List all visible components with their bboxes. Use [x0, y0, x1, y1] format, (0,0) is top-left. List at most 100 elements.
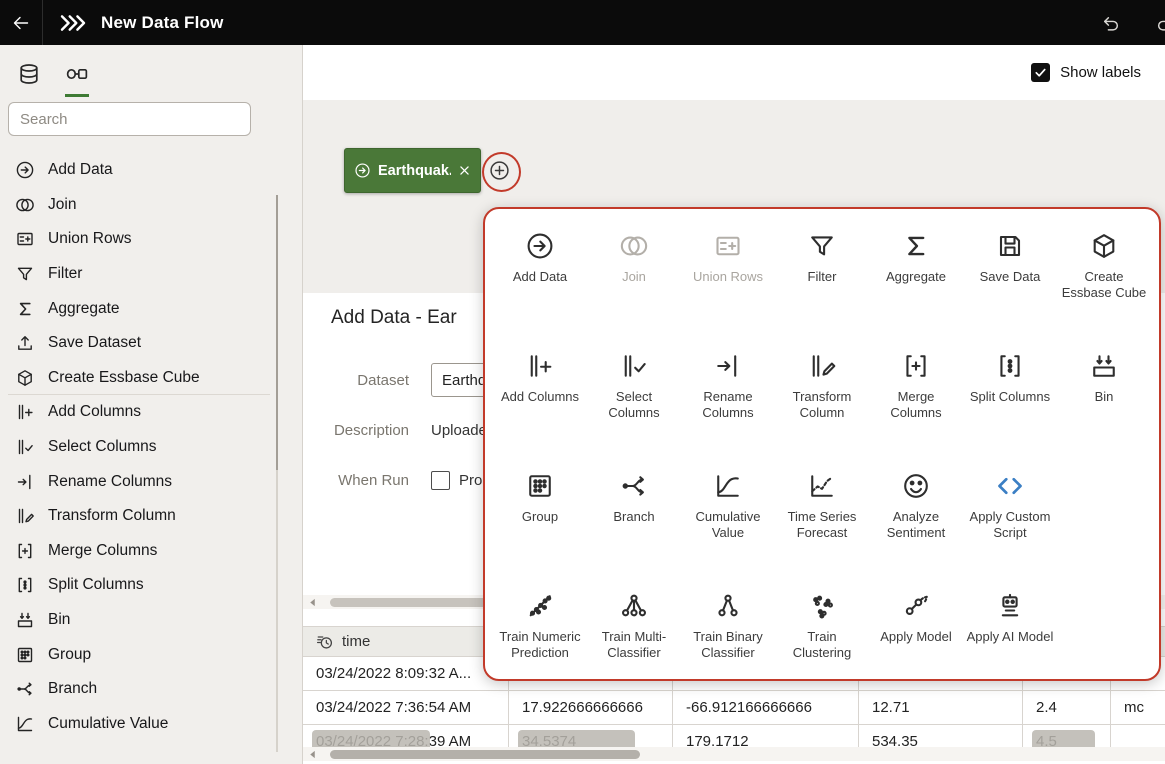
flow-icon [65, 62, 89, 86]
dataset-label: Dataset [303, 372, 409, 389]
search-input[interactable] [8, 102, 251, 136]
sidebar-item-add-columns[interactable]: Add Columns [0, 395, 302, 430]
sidebar-item-label: Add Columns [48, 403, 141, 421]
back-button[interactable] [0, 0, 43, 45]
popup-item-label: Rename Columns [683, 389, 773, 421]
table-scrollbar-thumb[interactable] [330, 750, 640, 759]
popup-item-add-columns[interactable]: Add Columns [493, 345, 587, 455]
sidebar-item-label: Group [48, 646, 91, 664]
popup-item-rename-columns[interactable]: Rename Columns [681, 345, 775, 455]
popup-item-create-essbase-cube[interactable]: Create Essbase Cube [1057, 225, 1151, 335]
add-columns-icon [15, 402, 35, 422]
popup-item-label: Analyze Sentiment [871, 509, 961, 541]
popup-item-add-data[interactable]: Add Data [493, 225, 587, 335]
sidebar-item-union-rows[interactable]: Union Rows [0, 222, 302, 257]
essbase-cube-icon [15, 368, 35, 388]
preview-scrollbar-thumb[interactable] [330, 598, 500, 607]
popup-item-label: Train Numeric Prediction [495, 629, 585, 661]
redo-button[interactable] [1155, 12, 1165, 33]
when-run-checkbox[interactable] [431, 471, 450, 490]
popup-item-time-series-forecast[interactable]: Time Series Forecast [775, 465, 869, 575]
popup-item-apply-custom-script[interactable]: Apply Custom Script [963, 465, 1057, 575]
analyze-sentiment-icon [901, 471, 931, 501]
popup-item-aggregate[interactable]: Aggregate [869, 225, 963, 335]
show-labels-checkbox[interactable] [1031, 63, 1050, 82]
sidebar-item-transform-column[interactable]: Transform Column [0, 499, 302, 534]
union-rows-icon [713, 231, 743, 261]
popup-item-group[interactable]: Group [493, 465, 587, 575]
table-cell: 03/24/2022 7:36:54 AM [303, 691, 509, 724]
join-icon [619, 231, 649, 261]
popup-item-bin[interactable]: Bin [1057, 345, 1151, 455]
popup-item-label: Apply Model [880, 629, 952, 645]
sidebar-item-group[interactable]: Group [0, 637, 302, 672]
table-horizontal-scrollbar[interactable] [303, 747, 1165, 761]
sidebar-scrollbar-thumb[interactable] [276, 195, 278, 470]
sidebar-item-add-data[interactable]: Add Data [0, 153, 302, 188]
close-icon[interactable] [458, 164, 471, 177]
popup-item-label: Apply AI Model [967, 629, 1054, 645]
popup-item-transform-column[interactable]: Transform Column [775, 345, 869, 455]
sidebar-item-branch[interactable]: Branch [0, 672, 302, 707]
flow-node-earthquakes[interactable]: Earthquak... [344, 148, 481, 193]
sidebar-item-split-columns[interactable]: Split Columns [0, 568, 302, 603]
scroll-left-icon[interactable] [308, 598, 317, 607]
description-value: Uploade [431, 422, 487, 439]
popup-item-cumulative-value[interactable]: Cumulative Value [681, 465, 775, 575]
popup-item-save-data[interactable]: Save Data [963, 225, 1057, 335]
tab-data[interactable] [17, 62, 41, 97]
popup-item-train-clustering[interactable]: Train Clustering [775, 585, 869, 695]
sidebar-item-select-columns[interactable]: Select Columns [0, 430, 302, 465]
sidebar-item-bin[interactable]: Bin [0, 603, 302, 638]
apply-model-icon [901, 591, 931, 621]
popup-item-analyze-sentiment[interactable]: Analyze Sentiment [869, 465, 963, 575]
popup-item-apply-model[interactable]: Apply Model [869, 585, 963, 695]
sidebar-item-join[interactable]: Join [0, 188, 302, 223]
add-data-icon [525, 231, 555, 261]
popup-item-train-numeric-prediction[interactable]: Train Numeric Prediction [493, 585, 587, 695]
undo-button[interactable] [1100, 12, 1121, 33]
popup-item-label: Train Clustering [777, 629, 867, 661]
sidebar-item-filter[interactable]: Filter [0, 257, 302, 292]
popup-item-apply-ai-model[interactable]: Apply AI Model [963, 585, 1057, 695]
popup-item-union-rows[interactable]: Union Rows [681, 225, 775, 335]
train-numeric-prediction-icon [525, 591, 555, 621]
popup-item-label: Time Series Forecast [777, 509, 867, 541]
dataflow-editor-window: New Data Flow Add Data Join Union Rows F… [0, 0, 1165, 764]
popup-item-split-columns[interactable]: Split Columns [963, 345, 1057, 455]
sidebar-item-label: Aggregate [48, 300, 120, 318]
popup-item-label: Add Data [513, 269, 567, 285]
cumulative-value-icon [713, 471, 743, 501]
popup-item-label: Branch [613, 509, 654, 525]
sidebar-item-rename-columns[interactable]: Rename Columns [0, 464, 302, 499]
time-column-header[interactable]: time [303, 627, 509, 656]
sidebar-item-label: Create Essbase Cube [48, 369, 200, 387]
bin-icon [15, 610, 35, 630]
transform-column-icon [807, 351, 837, 381]
sidebar-item-save-dataset[interactable]: Save Dataset [0, 326, 302, 361]
sidebar-item-merge-columns[interactable]: Merge Columns [0, 534, 302, 569]
table-cell: 17.922666666666 [509, 691, 673, 724]
popup-item-train-multi-classifier[interactable]: Train Multi-Classifier [587, 585, 681, 695]
union-rows-icon [15, 229, 35, 249]
tab-steps[interactable] [65, 62, 89, 97]
popup-item-branch[interactable]: Branch [587, 465, 681, 575]
save-dataset-icon [15, 333, 35, 353]
sidebar-item-aggregate[interactable]: Aggregate [0, 291, 302, 326]
when-run-option-label: Pro [459, 472, 482, 489]
rename-columns-icon [713, 351, 743, 381]
when-run-label: When Run [303, 472, 409, 489]
filter-icon [807, 231, 837, 261]
sidebar-item-cumulative-value[interactable]: Cumulative Value [0, 707, 302, 742]
merge-columns-icon [901, 351, 931, 381]
add-step-button[interactable] [489, 160, 510, 181]
popup-item-join[interactable]: Join [587, 225, 681, 335]
scroll-left-icon[interactable] [308, 750, 317, 759]
popup-item-train-binary-classifier[interactable]: Train Binary Classifier [681, 585, 775, 695]
train-multi-classifier-icon [619, 591, 649, 621]
table-cell: mc [1111, 691, 1165, 724]
popup-item-select-columns[interactable]: Select Columns [587, 345, 681, 455]
sidebar-item-create-essbase-cube[interactable]: Create Essbase Cube [0, 361, 302, 396]
popup-item-filter[interactable]: Filter [775, 225, 869, 335]
popup-item-merge-columns[interactable]: Merge Columns [869, 345, 963, 455]
